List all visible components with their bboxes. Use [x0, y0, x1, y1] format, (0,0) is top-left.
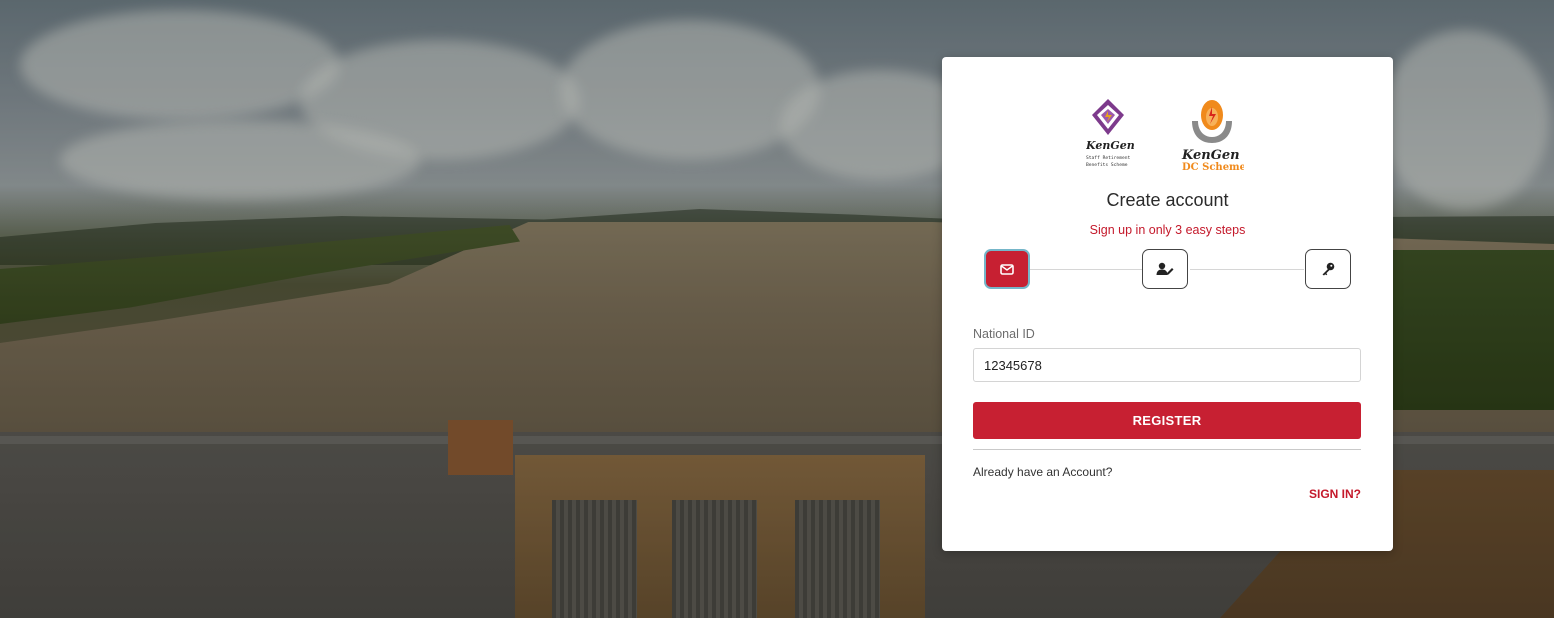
envelope-icon — [1000, 263, 1014, 275]
logo1-sub1: Staff Retirement — [1086, 155, 1130, 161]
logo2-word: KenGen — [1181, 148, 1240, 163]
logo2-sub: DC Scheme — [1182, 162, 1244, 173]
form-title: Create account — [1106, 190, 1229, 210]
sign-in-link[interactable]: SIGN IN? — [1309, 487, 1361, 501]
logo1-word: KenGen — [1086, 139, 1135, 152]
step-connector — [1190, 269, 1304, 270]
logos: KenGen Staff Retirement Benefits Scheme … — [1086, 97, 1256, 179]
kengen-dc-scheme-logo: KenGen DC Scheme — [1181, 100, 1244, 173]
key-icon — [1322, 262, 1335, 276]
step-password[interactable] — [1305, 249, 1351, 289]
national-id-label: National ID — [973, 327, 1035, 341]
step-connector — [1030, 269, 1142, 270]
step-email[interactable] — [984, 249, 1030, 289]
form-subtitle: Sign up in only 3 easy steps — [1089, 223, 1246, 237]
divider — [973, 449, 1361, 450]
register-button[interactable]: REGISTER — [973, 402, 1361, 439]
logo1-sub2: Benefits Scheme — [1086, 162, 1128, 168]
national-id-input[interactable] — [973, 348, 1361, 382]
kengen-srbs-logo: KenGen Staff Retirement Benefits Scheme — [1086, 99, 1135, 168]
step-profile[interactable] — [1142, 249, 1188, 289]
user-edit-icon — [1156, 262, 1174, 275]
already-account-text: Already have an Account? — [973, 465, 1113, 479]
steps-indicator — [984, 249, 1351, 291]
register-card: KenGen Staff Retirement Benefits Scheme … — [942, 57, 1393, 551]
